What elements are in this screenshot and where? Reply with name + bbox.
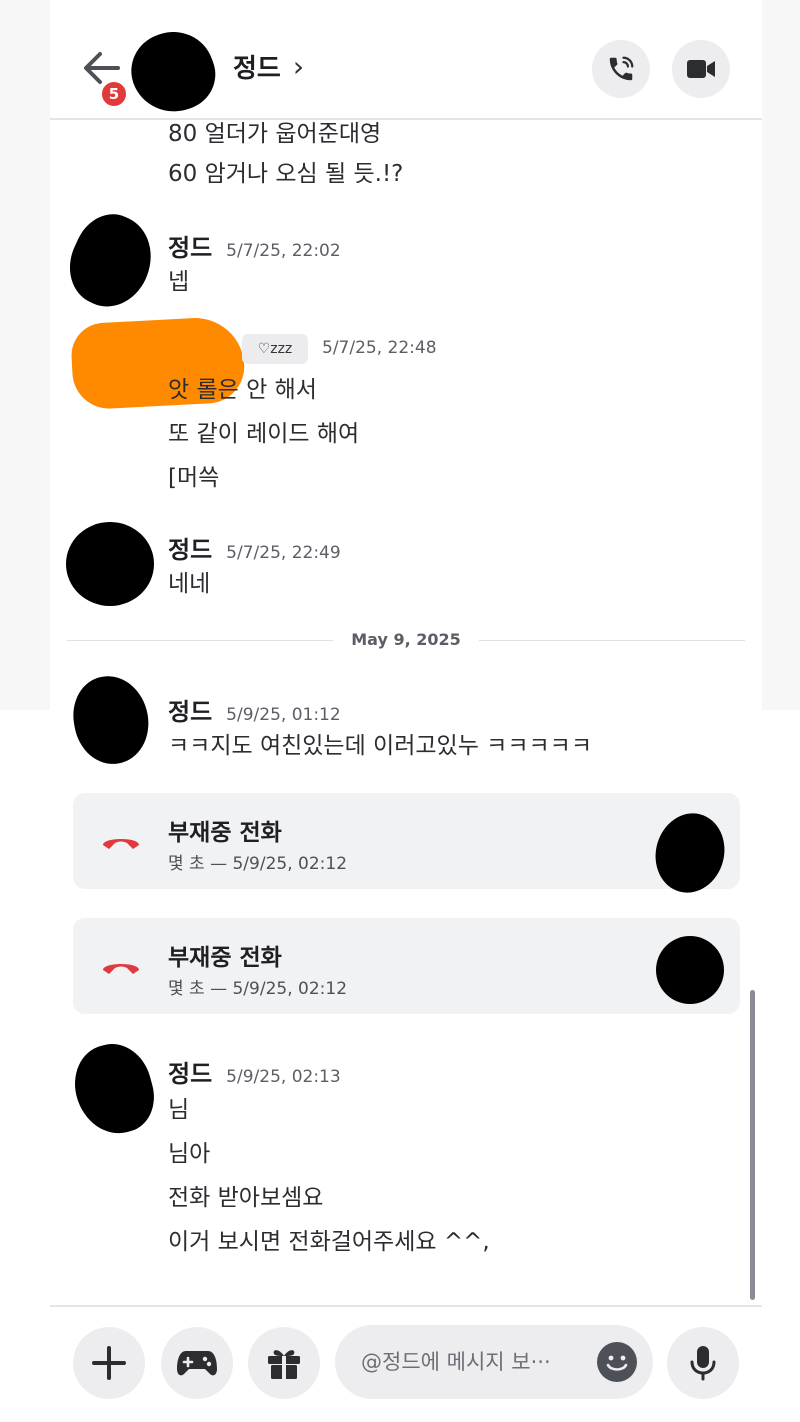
voice-message-button[interactable] [667,1327,739,1399]
missed-call-card[interactable]: 부재중 전화 몇 초 — 5/9/25, 02:12 [73,793,740,901]
timestamp: 5/7/25, 22:49 [226,543,341,563]
message-line: 80 얼더가 웁어준대영 [168,121,382,147]
message-line: [머쓱 [168,465,220,491]
chevron-right-icon: › [292,50,305,83]
left-shade [0,0,50,710]
message-header: ♡zzz 5/7/25, 22:48 [242,334,437,364]
message-line: 또 같이 레이드 해여 [168,421,360,447]
avatar[interactable] [65,1035,163,1143]
message-line: 이거 보시면 전화걸어주세요 ^^, [168,1229,490,1255]
message-input[interactable] [361,1350,581,1374]
emoji-button[interactable] [597,1342,637,1382]
message-line: 님아 [168,1141,211,1167]
unread-badge: 5 [100,80,128,108]
message-header: 정드 5/9/25, 01:12 [168,692,341,727]
timestamp: 5/7/25, 22:02 [226,241,341,261]
microphone-icon [690,1346,716,1381]
date-divider: May 9, 2025 [50,630,762,649]
chat-header: 5 정드 › [50,0,762,124]
gift-button[interactable] [248,1327,320,1399]
channel-title[interactable]: 정드 › [233,48,304,85]
avatar[interactable] [56,202,166,320]
video-camera-icon [687,60,715,78]
smiley-icon [606,1355,628,1371]
message-line: 전화 받아보셈요 [168,1185,324,1211]
voice-call-button[interactable] [592,40,650,98]
timestamp: 5/9/25, 01:12 [226,705,341,725]
message-header: 정드 5/9/25, 02:13 [168,1054,341,1089]
status-badge: ♡zzz [242,334,308,364]
add-attachment-button[interactable] [73,1327,145,1399]
call-subtitle: 몇 초 — 5/9/25, 02:12 [168,979,348,999]
timestamp: 5/9/25, 02:13 [226,1067,341,1087]
author-name[interactable]: 정드 [168,1054,212,1089]
avatar[interactable] [66,670,156,770]
missed-call-card[interactable]: 부재중 전화 몇 초 — 5/9/25, 02:12 [73,918,740,1014]
missed-call-icon [103,964,139,974]
date-divider-label: May 9, 2025 [333,630,479,649]
message-line: 앗 롤은 안 해서 [168,377,317,403]
channel-name: 정드 [233,54,281,84]
message-line: 님 [168,1097,190,1123]
message-header: 정드 5/7/25, 22:49 [168,530,341,565]
message-list[interactable]: 80 얼더가 웁어준대영 60 암거나 오심 될 듯.!? 정드 5/7/25,… [50,120,762,1305]
call-subtitle: 몇 초 — 5/9/25, 02:12 [168,854,348,874]
message-line: 60 암거나 오심 될 듯.!? [168,161,404,187]
call-title: 부재중 전화 [168,945,282,971]
right-shade [762,0,800,710]
gamepad-icon [177,1351,217,1376]
composer-bar [50,1305,762,1422]
plus-icon [92,1346,126,1380]
scrollbar[interactable] [750,990,755,1300]
avatar[interactable] [66,522,154,606]
message-line: ㅋㅋ지도 여친있는데 이러고있누 ㅋㅋㅋㅋㅋ [168,733,592,759]
avatar [646,805,734,901]
gift-icon [268,1350,300,1379]
avatar [656,936,724,1004]
author-name[interactable]: 정드 [168,228,212,263]
call-title: 부재중 전화 [168,820,282,846]
author-name[interactable]: 정드 [168,530,212,565]
header-avatar[interactable] [120,20,226,124]
message-line: 넵 [168,269,190,295]
activities-button[interactable] [161,1327,233,1399]
video-call-button[interactable] [672,40,730,98]
message-header: 정드 5/7/25, 22:02 [168,228,341,263]
author-name[interactable]: 정드 [168,692,212,727]
message-line: 네네 [168,571,211,597]
missed-call-icon [103,839,139,849]
message-input-container[interactable] [335,1325,653,1399]
phone-icon [609,56,634,81]
timestamp: 5/7/25, 22:48 [322,338,437,358]
